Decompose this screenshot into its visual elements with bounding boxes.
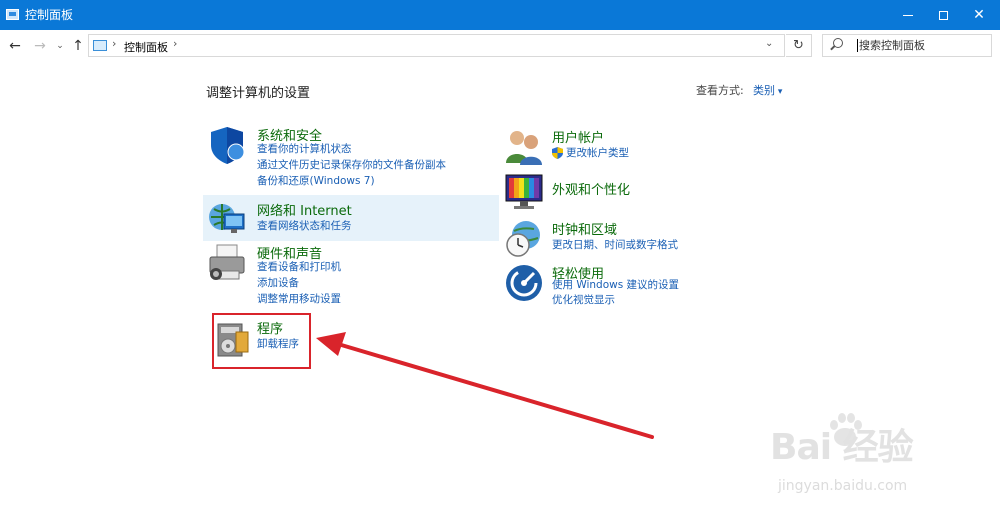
uac-shield-icon <box>552 147 563 159</box>
watermark-brand: Bai 经验 <box>770 427 914 468</box>
refresh-button[interactable]: ↻ <box>786 34 812 57</box>
shield-icon <box>211 127 245 164</box>
category-appearance[interactable]: 外观和个性化 <box>504 172 764 212</box>
annotation-arrow <box>316 332 654 439</box>
search-input[interactable]: 搜索控制面板 <box>822 34 992 57</box>
link-devices-printers[interactable]: 查看设备和打印机 <box>257 261 341 274</box>
minimize-icon <box>903 14 913 16</box>
category-title[interactable]: 用户帐户 <box>552 127 604 146</box>
recent-locations-button[interactable]: ⌄ <box>54 37 66 55</box>
category-network-internet[interactable]: 网络和 Internet 查看网络状态和任务 <box>207 200 497 240</box>
maximize-icon <box>938 10 948 20</box>
category-title[interactable]: 时钟和区域 <box>552 219 617 238</box>
highlight-box <box>212 313 311 369</box>
link-optimize-display[interactable]: 优化视觉显示 <box>552 294 615 307</box>
link-recommended-settings[interactable]: 使用 Windows 建议的设置 <box>552 279 679 292</box>
navigation-bar: ← → ⌄ ↑ › 控制面板 › ⌄ ↻ 搜索控制面板 <box>0 30 1000 62</box>
view-by-dropdown[interactable]: 类别 <box>753 82 782 98</box>
category-title[interactable]: 外观和个性化 <box>552 179 630 198</box>
chevron-right-icon[interactable]: › <box>173 37 177 50</box>
control-panel-icon <box>6 9 19 20</box>
back-button[interactable]: ← <box>7 37 23 55</box>
address-bar[interactable]: › 控制面板 › ⌄ <box>88 34 785 57</box>
title-bar: 控制面板 ✕ <box>0 0 1000 30</box>
watermark-url: jingyan.baidu.com <box>778 478 908 494</box>
link-file-history[interactable]: 通过文件历史记录保存你的文件备份副本 <box>257 159 446 172</box>
chevron-right-icon[interactable]: › <box>112 37 116 50</box>
close-button[interactable]: ✕ <box>956 0 1000 30</box>
users-icon <box>506 131 542 165</box>
category-title[interactable]: 系统和安全 <box>257 125 322 144</box>
category-hardware-sound[interactable]: 硬件和声音 查看设备和打印机 添加设备 调整常用移动设置 <box>207 243 497 307</box>
link-network-status[interactable]: 查看网络状态和任务 <box>257 220 352 233</box>
appearance-monitor-icon <box>505 174 543 209</box>
control-panel-icon <box>93 40 107 51</box>
window-title: 控制面板 <box>25 8 74 22</box>
link-change-account-type[interactable]: 更改帐户类型 <box>566 147 629 160</box>
category-title[interactable]: 硬件和声音 <box>257 243 322 262</box>
link-add-device[interactable]: 添加设备 <box>257 277 299 290</box>
breadcrumb-control-panel[interactable]: 控制面板 <box>124 39 168 55</box>
chevron-down-icon[interactable]: ⌄ <box>765 38 773 49</box>
forward-button[interactable]: → <box>32 37 48 55</box>
network-globe-icon <box>209 204 245 233</box>
printer-icon <box>209 244 245 280</box>
page-title: 调整计算机的设置 <box>206 86 311 101</box>
clock-globe-icon <box>506 221 540 257</box>
category-title[interactable]: 网络和 Internet <box>257 200 352 219</box>
search-icon <box>833 38 843 48</box>
view-by-label: 查看方式: <box>696 84 744 97</box>
link-mobility-settings[interactable]: 调整常用移动设置 <box>257 293 341 306</box>
category-system-security[interactable]: 系统和安全 查看你的计算机状态 通过文件历史记录保存你的文件备份副本 备份和还原… <box>207 125 497 189</box>
link-date-time-format[interactable]: 更改日期、时间或数字格式 <box>552 239 678 252</box>
up-button[interactable]: ↑ <box>70 37 86 55</box>
link-check-status[interactable]: 查看你的计算机状态 <box>257 143 352 156</box>
category-clock-region[interactable]: 时钟和区域 更改日期、时间或数字格式 <box>504 219 764 259</box>
link-backup-restore[interactable]: 备份和还原(Windows 7) <box>257 175 375 188</box>
category-user-accounts[interactable]: 用户帐户 更改帐户类型 <box>504 127 764 167</box>
ease-of-access-icon <box>506 265 542 301</box>
category-ease-of-access[interactable]: 轻松使用 使用 Windows 建议的设置 优化视觉显示 <box>504 263 764 311</box>
search-placeholder: 搜索控制面板 <box>857 39 925 52</box>
